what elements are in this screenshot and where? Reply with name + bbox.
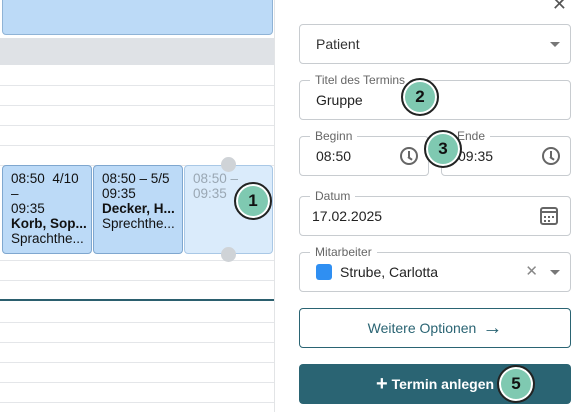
grid-line (0, 342, 274, 343)
grid-line (0, 362, 274, 363)
staff-select[interactable]: Mitarbeiter Strube, Carlotta ✕ (299, 246, 571, 292)
event-type: Sprachthe... (11, 231, 84, 246)
patient-select[interactable]: Patient (299, 24, 571, 64)
grid-line (0, 145, 274, 146)
clock-icon[interactable] (400, 147, 418, 165)
event-sequence: 4/10 (52, 171, 79, 186)
current-time-line (0, 299, 274, 301)
close-icon[interactable]: ✕ (552, 0, 567, 13)
start-time-input[interactable]: Beginn 08:50 (299, 130, 429, 176)
grid-line (0, 402, 274, 403)
resize-handle-bottom[interactable] (221, 247, 236, 262)
step-marker-2: 2 (401, 78, 439, 116)
grid-line (0, 105, 274, 106)
calendar-event[interactable]: 08:50 – 5/5 09:35 Decker, H... Sprechthe… (93, 165, 183, 254)
event-patient-name: Korb, Sop... (11, 216, 87, 231)
date-value: 17.02.2025 (312, 208, 383, 224)
grid-line (0, 382, 274, 383)
chevron-down-icon[interactable] (550, 270, 560, 275)
patient-select-value: Patient (316, 36, 360, 52)
step-marker-1: 1 (234, 182, 272, 220)
calendar-event[interactable]: 08:50 4/10 – 09:35 Korb, Sop... Sprachth… (2, 165, 92, 254)
event-type: Sprechthe... (102, 216, 175, 231)
plus-icon: + (375, 373, 388, 395)
grid-line (0, 322, 274, 323)
event-patient-name: Decker, H... (102, 201, 175, 216)
grid-line (0, 125, 274, 126)
appointment-form-panel: ✕ Patient Titel des Termins Gruppe Begin… (274, 0, 581, 412)
date-input[interactable]: Datum 17.02.2025 (299, 190, 571, 236)
event-time-start: 08:50 (11, 171, 45, 186)
arrow-right-icon: → (482, 317, 503, 339)
staff-color-swatch (316, 264, 332, 280)
step-marker-5: 5 (497, 365, 535, 403)
chevron-down-icon (550, 42, 560, 47)
end-time-value: 09:35 (458, 148, 494, 164)
event-time-end: 09:35 (11, 201, 45, 216)
calendar-icon[interactable] (540, 207, 558, 225)
title-value: Gruppe (316, 92, 363, 108)
step-marker-3: 3 (424, 130, 462, 168)
calendar-event-top[interactable] (2, 0, 273, 35)
title-label: Titel des Termins (310, 74, 411, 87)
calendar-grid: 08:50 4/10 – 09:35 Korb, Sop... Sprachth… (0, 0, 274, 412)
date-label: Datum (310, 190, 356, 203)
staff-label: Mitarbeiter (310, 246, 377, 259)
start-time-value: 08:50 (316, 148, 352, 164)
clear-icon[interactable]: ✕ (525, 263, 538, 280)
more-options-label: Weitere Optionen (367, 320, 477, 336)
more-options-button[interactable]: Weitere Optionen → (299, 308, 571, 348)
calendar-shaded-band (0, 38, 274, 65)
grid-line (0, 280, 274, 281)
event-time-end: 09:35 (102, 186, 136, 201)
event-time-range: 08:50 – 5/5 (102, 171, 170, 186)
clock-icon[interactable] (542, 147, 560, 165)
start-time-label: Beginn (310, 130, 358, 143)
grid-line (0, 85, 274, 86)
resize-handle-top[interactable] (221, 157, 236, 172)
event-dash: – (11, 186, 19, 201)
staff-value: Strube, Carlotta (340, 264, 439, 280)
create-appointment-label: Termin anlegen (391, 376, 495, 392)
